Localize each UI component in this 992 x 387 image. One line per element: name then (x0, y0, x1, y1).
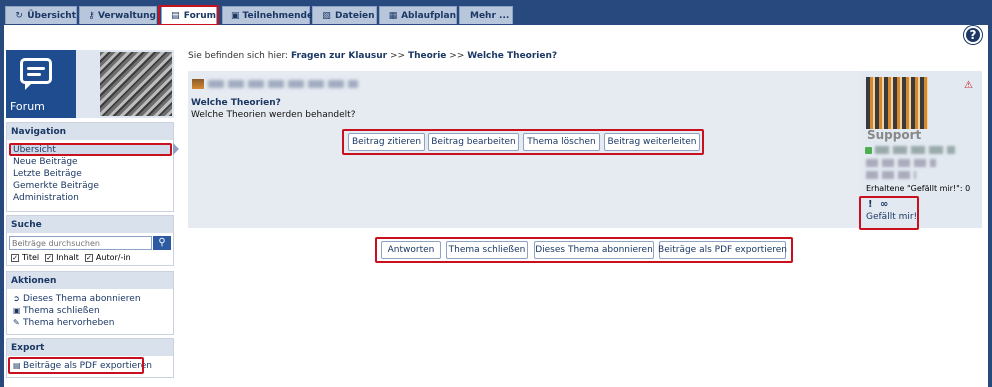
tab-label: Übersicht (27, 10, 76, 21)
search-heading: Suche (7, 216, 173, 233)
post-title: Welche Theorien? (191, 98, 281, 108)
checkbox-content[interactable]: ✓ (45, 253, 54, 262)
search-icon[interactable]: ⚲ (153, 236, 171, 250)
search-panel: Suche ⚲ ✓Titel ✓Inhalt ✓Autor/-in (6, 215, 174, 266)
active-item-arrow (173, 143, 179, 155)
actions-panel: Aktionen ➲ Dieses Thema abonnieren ▣ Thema… (6, 271, 174, 335)
author-small-avatar (192, 79, 204, 89)
quote-post-button[interactable]: Beitrag zitieren (348, 133, 425, 151)
action-subscribe-thread[interactable]: ➲ Dieses Thema abonnieren (7, 293, 173, 305)
option-label: Titel (22, 253, 40, 262)
navigation-heading: Navigation (7, 123, 173, 140)
file-icon: ▧ (322, 10, 331, 21)
option-label: Inhalt (56, 253, 79, 262)
export-heading: Export (7, 339, 173, 356)
reply-button[interactable]: Antworten (381, 241, 441, 259)
checkbox-author[interactable]: ✓ (84, 253, 93, 262)
checkbox-title[interactable]: ✓ (11, 253, 19, 262)
tab-label: Forum (183, 10, 216, 21)
post-text: Welche Theorien werden behandelt? (191, 110, 356, 120)
option-label: Autor/-in (95, 253, 131, 262)
help-icon[interactable]: ? (964, 26, 982, 44)
breadcrumb-separator: >> (449, 51, 465, 61)
likes-received-count: Erhaltene "Gefällt mir!": 0 (866, 184, 971, 193)
tab-schedule[interactable]: ▦ Ablaufplan (379, 6, 457, 24)
post-meta-redacted (208, 80, 358, 88)
author-role-redacted (866, 159, 936, 167)
action-highlight-thread[interactable]: ✎ Thema hervorheben (7, 317, 173, 329)
edit-post-button[interactable]: Beitrag bearbeiten (428, 133, 519, 151)
nav-item-overview[interactable]: Übersicht (10, 144, 171, 156)
key-icon: ⚷ (88, 10, 95, 21)
breadcrumb-separator: >> (389, 51, 406, 61)
breadcrumb-current[interactable]: Welche Theorien? (467, 51, 557, 61)
nav-item-new-posts[interactable]: Neue Beiträge (7, 156, 173, 168)
breadcrumb: Sie befinden sich hier: Fragen zur Klaus… (188, 51, 557, 61)
search-options: ✓ Titel ✓ Inhalt ✓ Autor/-in (11, 251, 173, 264)
delete-thread-button[interactable]: Thema löschen (523, 133, 600, 151)
action-label: Thema hervorheben (23, 318, 115, 328)
subscribe-thread-button[interactable]: Dieses Thema abonnieren (534, 241, 654, 259)
author-name-redacted (875, 146, 955, 154)
tab-files[interactable]: ▧ Dateien (312, 6, 377, 24)
close-thread-button[interactable]: Thema schließen (446, 241, 528, 259)
exclamation-icon[interactable]: ! (868, 199, 873, 210)
link-icon[interactable]: ∞ (880, 199, 888, 210)
export-panel: Export ▤ Beiträge als PDF exportieren (6, 338, 174, 378)
tab-label: Dateien (335, 10, 375, 21)
dashboard-icon: ↻ (15, 10, 23, 21)
bubble-line (27, 67, 45, 70)
users-icon: ▣ (231, 10, 240, 21)
support-badge: Support (867, 128, 922, 142)
tab-participants[interactable]: ▣ Teilnehmende (222, 6, 313, 24)
export-pdf-button[interactable]: Beiträge als PDF exportieren (658, 241, 787, 259)
action-label: Thema schließen (23, 306, 100, 316)
tab-forum[interactable]: ▤ Forum (161, 5, 217, 25)
bubble-line (27, 73, 41, 76)
author-avatar (866, 77, 928, 129)
actions-heading: Aktionen (7, 272, 173, 289)
forum-banner: Forum (6, 50, 174, 118)
search-input[interactable] (9, 236, 152, 250)
speech-bubble-icon: ▤ (171, 10, 180, 21)
navigation-panel: Navigation Übersicht Neue Beiträge Letzt… (6, 122, 174, 212)
banner-title: Forum (10, 100, 45, 113)
action-label: Dieses Thema abonnieren (23, 294, 141, 304)
speech-bubble-icon (20, 58, 52, 90)
tab-label: Mehr ... (470, 10, 510, 21)
breadcrumb-link[interactable]: Fragen zur Klausur (291, 51, 387, 61)
action-close-thread[interactable]: ▣ Thema schließen (7, 305, 173, 317)
tab-label: Verwaltung (97, 10, 156, 21)
tab-label: Teilnehmende (242, 10, 314, 21)
nav-item-recent-posts[interactable]: Letzte Beiträge (7, 168, 173, 180)
breadcrumb-prefix: Sie befinden sich hier: (188, 51, 289, 61)
nav-item-bookmarked-posts[interactable]: Gemerkte Beiträge (7, 180, 173, 192)
nav-item-administration[interactable]: Administration (7, 192, 173, 204)
tab-more[interactable]: Mehr ... (459, 6, 513, 24)
tab-overview[interactable]: ↻ Übersicht (5, 6, 77, 24)
calendar-icon: ▦ (388, 10, 398, 21)
export-pdf-link[interactable]: ▤ Beiträge als PDF exportieren (7, 360, 173, 372)
subscribe-icon: ➲ (13, 294, 20, 303)
banner-image (100, 52, 172, 116)
export-label: Beiträge als PDF exportieren (23, 361, 152, 371)
breadcrumb-link[interactable]: Theorie (408, 51, 446, 61)
pdf-file-icon: ▤ (13, 361, 21, 370)
online-status-icon (865, 147, 872, 154)
tab-administration[interactable]: ⚷ Verwaltung (79, 6, 157, 24)
lock-icon: ▣ (13, 306, 21, 315)
tab-label: Ablaufplan (401, 10, 456, 21)
author-posts-redacted (866, 171, 916, 179)
report-icon[interactable]: ⚠ (964, 80, 973, 91)
like-button[interactable]: Gefällt mir! (866, 212, 917, 222)
forward-post-button[interactable]: Beitrag weiterleiten (604, 133, 700, 151)
pin-icon: ✎ (13, 318, 20, 327)
